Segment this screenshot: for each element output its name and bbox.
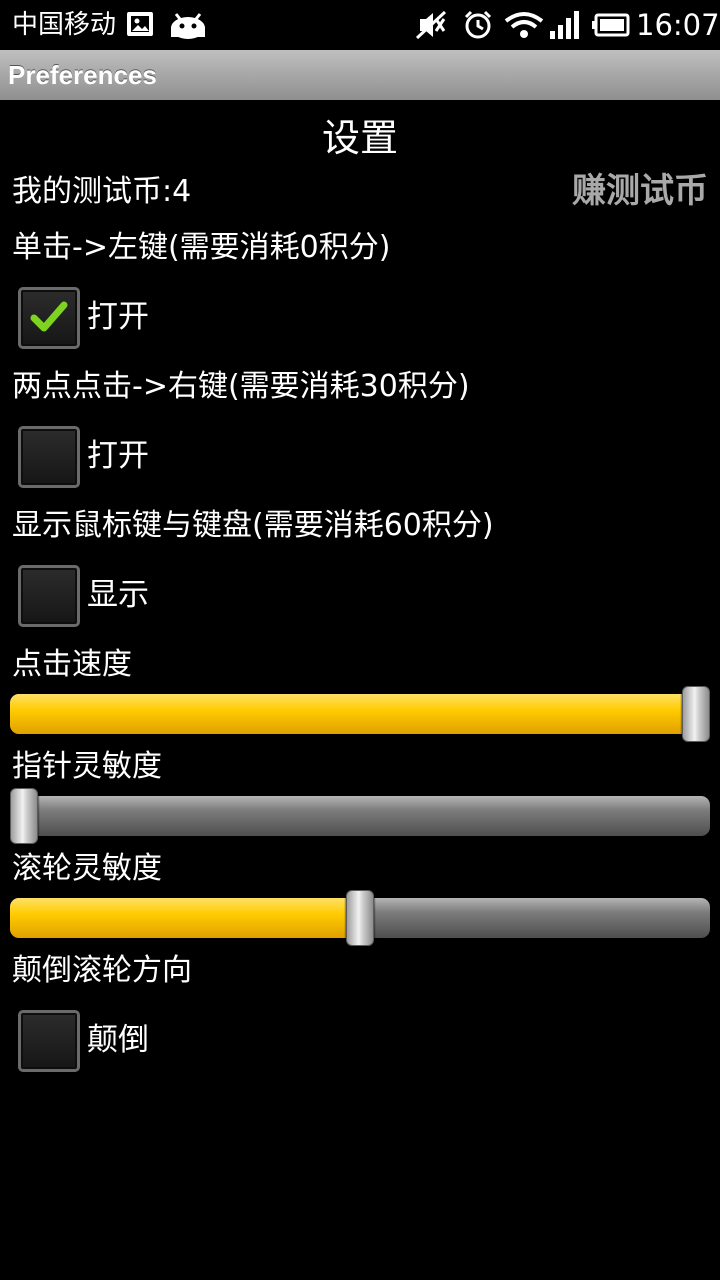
left-click-label: 单击->左键(需要消耗0积分): [12, 230, 391, 265]
wheel-sensitivity-label: 滚轮灵敏度: [12, 851, 162, 886]
notification-icons: [126, 10, 216, 40]
app-title: Preferences: [8, 60, 157, 90]
clock: 16:07: [636, 8, 720, 42]
signal-icon: [550, 11, 579, 39]
pointer-sensitivity-slider[interactable]: [10, 788, 710, 844]
invert-wheel-checkbox[interactable]: [18, 1010, 80, 1072]
android-notification-icon: [171, 13, 205, 39]
slider-thumb[interactable]: [682, 686, 710, 742]
title-bar: Preferences: [0, 50, 720, 100]
slider-track: [10, 694, 710, 734]
show-keys-checkbox-label: 显示: [87, 577, 149, 613]
pointer-sensitivity-label: 指针灵敏度: [12, 749, 162, 784]
system-icons: [414, 9, 632, 41]
left-click-checkbox-label: 打开: [87, 299, 149, 335]
click-speed-label: 点击速度: [12, 647, 132, 682]
right-click-checkbox[interactable]: [18, 426, 80, 488]
wheel-sensitivity-slider[interactable]: [10, 890, 710, 946]
carrier-name: 中国移动: [12, 10, 117, 40]
check-mark-icon: [30, 301, 68, 332]
invert-wheel-label: 颠倒滚轮方向: [12, 953, 192, 988]
silent-mode-icon: [415, 10, 447, 40]
status-bar: 中国移动 16:07: [0, 0, 720, 50]
slider-thumb[interactable]: [10, 788, 38, 844]
click-speed-slider[interactable]: [10, 686, 710, 742]
slider-thumb[interactable]: [346, 890, 374, 946]
show-keys-checkbox[interactable]: [18, 565, 80, 627]
battery-icon: [592, 13, 630, 37]
slider-fill: [10, 694, 696, 734]
left-click-checkbox[interactable]: [18, 287, 80, 349]
image-notification-icon: [127, 12, 153, 36]
wifi-icon: [504, 12, 544, 38]
earn-coins-button[interactable]: 赚测试币: [572, 170, 708, 212]
right-click-label: 两点点击->右键(需要消耗30积分): [12, 369, 470, 404]
invert-wheel-checkbox-label: 颠倒: [87, 1022, 149, 1058]
slider-fill: [10, 898, 360, 938]
slider-track: [10, 796, 710, 836]
coins-label: 我的测试币:4: [12, 174, 192, 209]
page-heading: 设置: [321, 116, 398, 160]
alarm-icon: [464, 10, 492, 39]
right-click-checkbox-label: 打开: [87, 438, 149, 474]
show-keys-label: 显示鼠标键与键盘(需要消耗60积分): [12, 508, 494, 543]
